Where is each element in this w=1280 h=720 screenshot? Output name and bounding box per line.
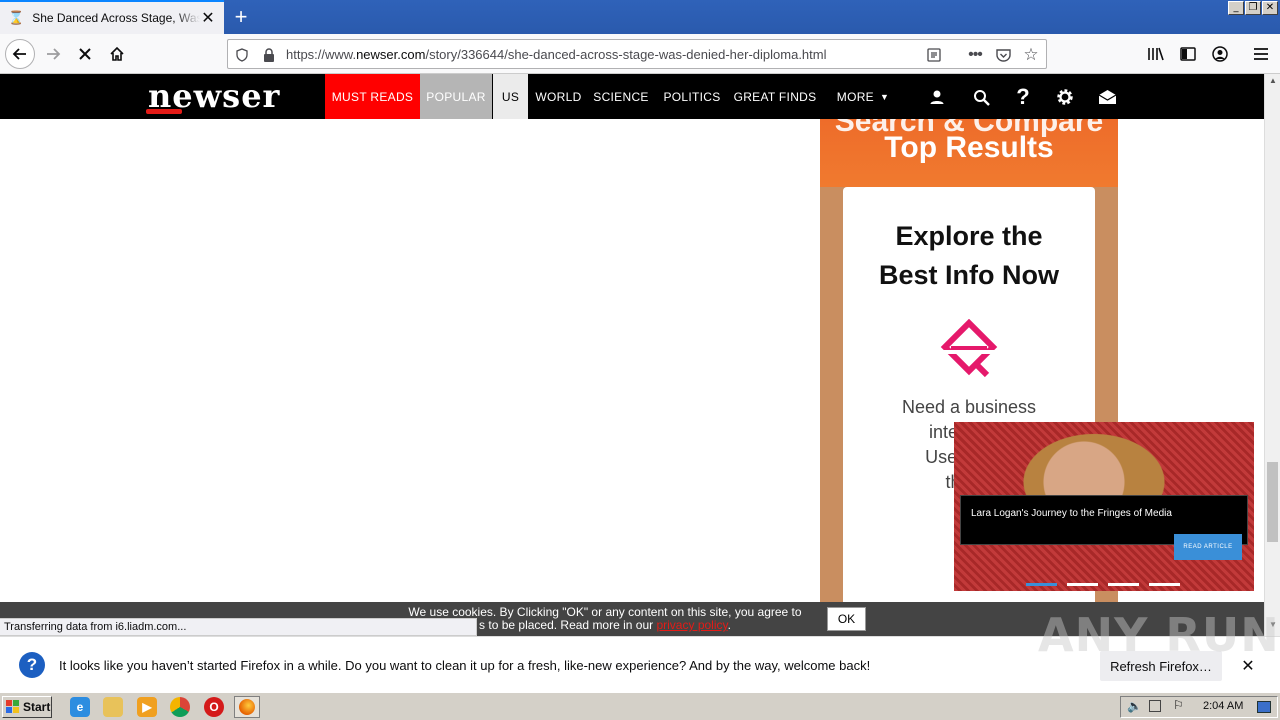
- account-icon: [1212, 46, 1228, 62]
- sidebar-button[interactable]: [1173, 39, 1203, 69]
- pocket-icon[interactable]: [994, 46, 1012, 64]
- page-scrollbar[interactable]: ▲ ▼: [1264, 74, 1280, 636]
- nav-popular[interactable]: POPULAR: [420, 74, 492, 119]
- anyrun-watermark: ANY RUN: [1038, 608, 1280, 662]
- nav-must-reads[interactable]: MUST READS: [325, 74, 420, 119]
- carousel-dot[interactable]: [1149, 583, 1180, 586]
- windows-taskbar: Start e ▶ O 🔈 ⚐ 2:04 AM: [0, 692, 1280, 720]
- media-player-icon[interactable]: ▶: [137, 697, 157, 717]
- lock-icon[interactable]: [260, 46, 278, 64]
- firefox-icon: [239, 699, 255, 715]
- stop-x-icon: [79, 48, 91, 60]
- back-button[interactable]: [5, 39, 35, 69]
- carousel-dot[interactable]: [1067, 583, 1098, 586]
- read-article-button[interactable]: READ ARTICLE: [1174, 534, 1242, 560]
- opera-icon[interactable]: O: [204, 697, 224, 717]
- windows-logo-icon: [6, 700, 19, 713]
- notification-message: It looks like you haven’t started Firefo…: [59, 658, 871, 673]
- email-icon[interactable]: [1094, 84, 1120, 110]
- ad-banner: Search & Compare Top Results: [820, 119, 1118, 187]
- clock: 2:04 AM: [1203, 700, 1244, 712]
- close-tab-icon[interactable]: ✕: [200, 10, 216, 27]
- shield-icon[interactable]: [233, 46, 251, 64]
- ad-body-line: Need a business: [901, 397, 1037, 417]
- navigation-toolbar: https://www.newser.com/story/336644/she-…: [0, 34, 1280, 74]
- home-icon: [110, 46, 124, 61]
- cookie-ok-button[interactable]: OK: [827, 607, 866, 631]
- video-widget[interactable]: Lara Logan's Journey to the Fringes of M…: [954, 422, 1254, 591]
- scroll-up-arrow-icon[interactable]: ▲: [1265, 76, 1280, 90]
- library-button[interactable]: [1141, 39, 1171, 69]
- forward-arrow-icon: [47, 48, 61, 60]
- show-desktop-icon[interactable]: [1257, 701, 1271, 713]
- question-icon: ?: [19, 652, 45, 678]
- url-bar[interactable]: https://www.newser.com/story/336644/she-…: [227, 39, 1047, 69]
- settings-gear-icon[interactable]: [1052, 84, 1078, 110]
- logo-underline: [146, 109, 182, 114]
- sidebar-icon: [1180, 47, 1196, 61]
- ad-brand-logo-icon: [939, 319, 999, 378]
- ad-title-line1: Explore the: [895, 221, 1043, 251]
- tab-strip: ⌛ She Danced Across Stage, Was Denied He…: [0, 0, 1280, 34]
- forward-button[interactable]: [38, 39, 68, 69]
- status-bar-text: Transferring data from i6.liadm.com...: [0, 618, 477, 636]
- url-domain: newser.com: [356, 47, 426, 62]
- ad-title: Explore the Best Info Now: [843, 217, 1095, 295]
- user-icon[interactable]: [924, 84, 950, 110]
- cookie-text-prefix: s to be placed. Read more in our: [479, 618, 657, 632]
- start-button[interactable]: Start: [2, 696, 52, 718]
- nav-great-finds[interactable]: GREAT FINDS: [733, 74, 817, 119]
- reader-view-icon[interactable]: [925, 46, 943, 64]
- network-icon[interactable]: [1149, 700, 1161, 712]
- url-prefix: https://www.: [286, 47, 357, 62]
- page-actions-icon[interactable]: •••: [966, 46, 984, 64]
- hourglass-icon: ⌛: [8, 10, 25, 25]
- ad-title-line2: Best Info Now: [879, 260, 1059, 290]
- volume-icon[interactable]: 🔈: [1127, 699, 1142, 713]
- url-path: /story/336644/she-danced-across-stage-wa…: [425, 47, 827, 62]
- nav-more-label: MORE: [836, 89, 874, 104]
- flag-icon[interactable]: ⚐: [1173, 698, 1184, 712]
- ad-banner-line2: Top Results: [884, 131, 1054, 164]
- hamburger-icon: [1254, 48, 1268, 60]
- account-button[interactable]: [1205, 39, 1235, 69]
- firefox-taskbar-button[interactable]: [234, 696, 260, 718]
- window-controls: _ ❐ ✕: [1228, 1, 1278, 15]
- active-tab[interactable]: ⌛ She Danced Across Stage, Was Denied He…: [0, 0, 224, 34]
- menu-button[interactable]: [1246, 39, 1276, 69]
- close-window-button[interactable]: ✕: [1262, 1, 1278, 15]
- bookmark-star-icon[interactable]: ☆: [1022, 45, 1040, 64]
- library-icon: [1148, 47, 1164, 61]
- home-button[interactable]: [102, 39, 132, 69]
- nav-world[interactable]: WORLD: [530, 74, 587, 119]
- file-explorer-icon[interactable]: [103, 697, 123, 717]
- chrome-icon[interactable]: [170, 697, 190, 717]
- internet-explorer-icon[interactable]: e: [70, 697, 90, 717]
- minimize-button[interactable]: _: [1228, 1, 1244, 15]
- help-icon[interactable]: ?: [1010, 84, 1036, 110]
- site-header: newser MUST READS POPULAR US WORLD SCIEN…: [0, 74, 1268, 119]
- privacy-policy-link[interactable]: privacy policy: [656, 618, 727, 632]
- system-tray: 🔈 ⚐ 2:04 AM: [1120, 696, 1278, 718]
- start-label: Start: [23, 700, 51, 714]
- nav-more[interactable]: MORE ▼: [833, 74, 893, 119]
- new-tab-button[interactable]: +: [229, 4, 253, 29]
- restore-button[interactable]: ❐: [1245, 1, 1261, 15]
- tab-title: She Danced Across Stage, Was Denied Her …: [32, 11, 200, 25]
- back-arrow-icon: [12, 48, 26, 60]
- carousel-dot[interactable]: [1108, 583, 1139, 586]
- nav-us[interactable]: US: [493, 74, 528, 119]
- nav-science[interactable]: SCIENCE: [590, 74, 652, 119]
- cookie-text-suffix: .: [727, 618, 731, 632]
- carousel-dot[interactable]: [1026, 583, 1057, 586]
- stop-button[interactable]: [70, 39, 100, 69]
- caret-down-icon: ▼: [879, 91, 890, 102]
- scrollbar-thumb[interactable]: [1267, 462, 1278, 542]
- url-text: https://www.newser.com/story/336644/she-…: [286, 47, 827, 62]
- carousel-dots: [1026, 583, 1180, 586]
- search-icon[interactable]: [968, 84, 994, 110]
- nav-politics[interactable]: POLITICS: [658, 74, 726, 119]
